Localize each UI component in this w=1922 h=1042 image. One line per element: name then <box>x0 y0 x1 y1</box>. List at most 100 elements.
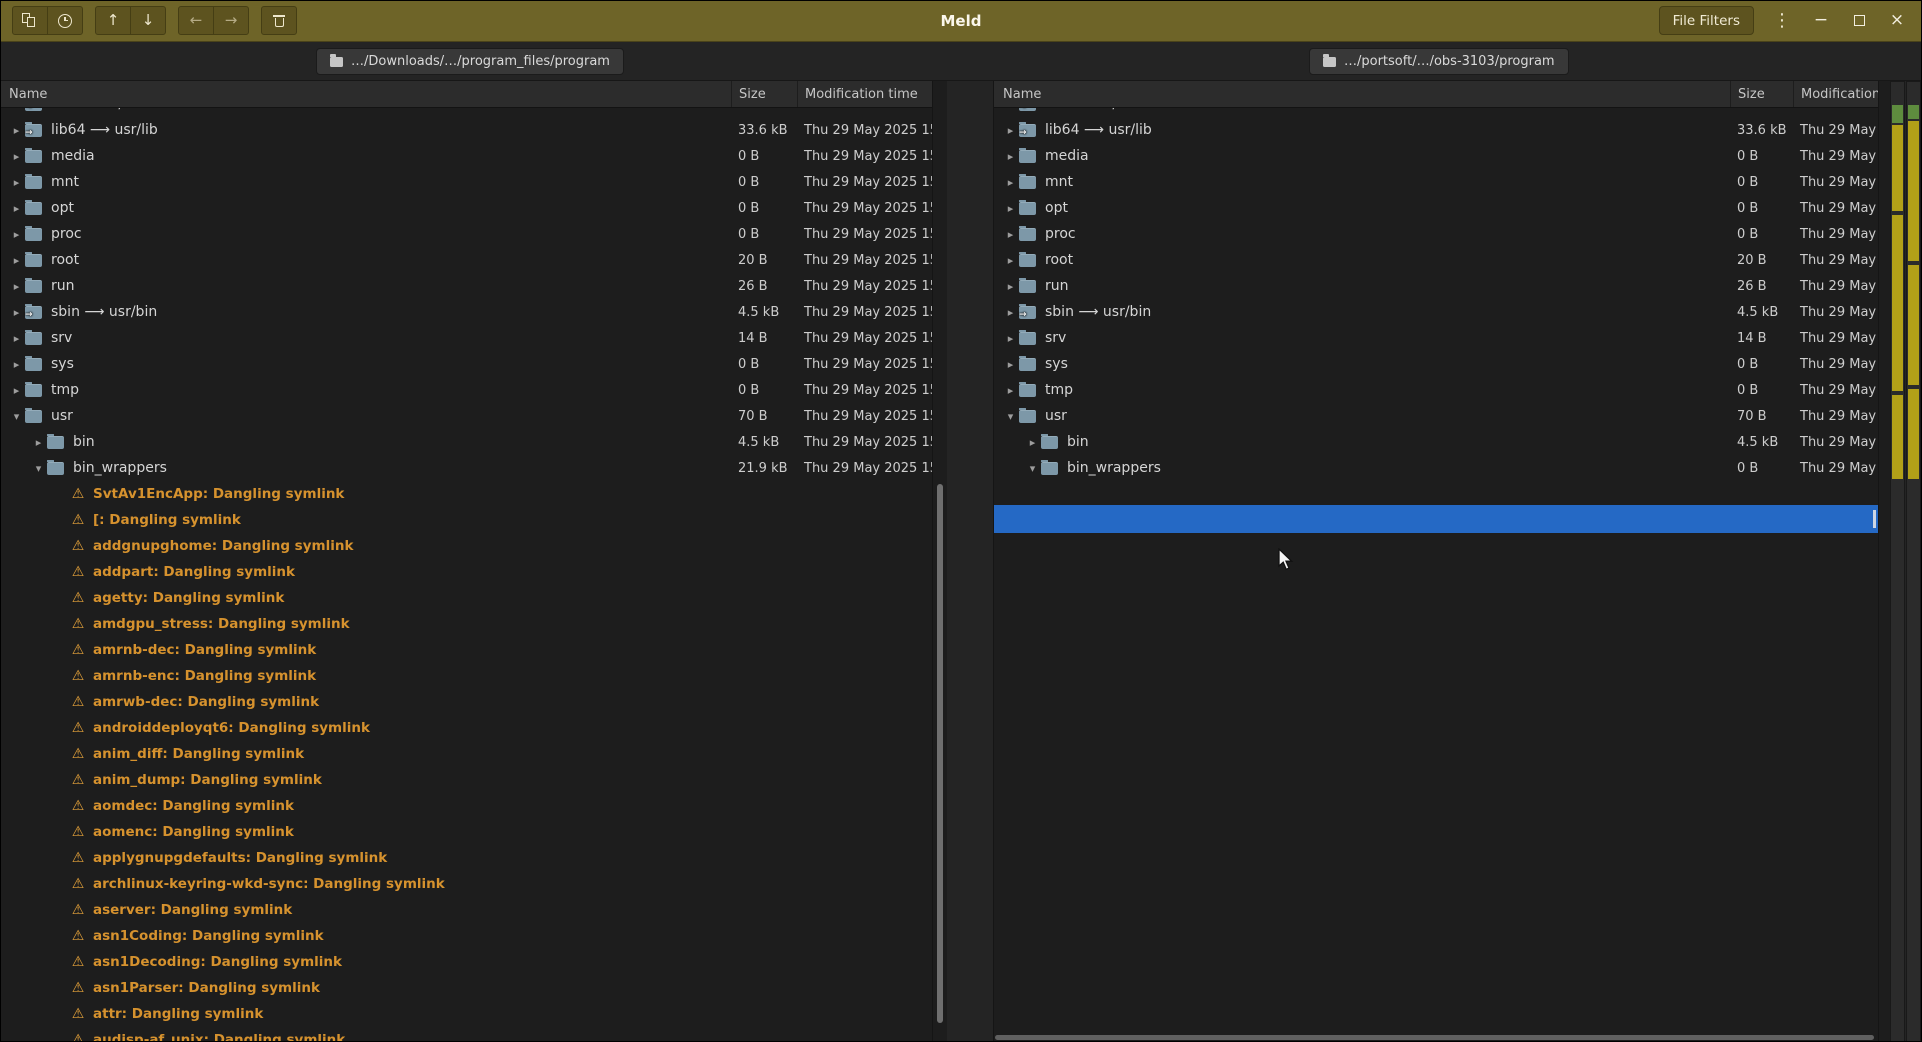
tree-row[interactable]: ▸ proc 0 B Thu 29 May 2025 15: <box>0 221 932 247</box>
expander-closed-icon[interactable]: ▸ <box>1002 203 1019 214</box>
tree-row[interactable]: ▸→ lib ⟶ usr/lib <box>994 108 1878 117</box>
expander-closed-icon[interactable]: ▸ <box>8 203 25 214</box>
tree-row[interactable]: ▸ mnt 0 B Thu 29 May 2025 15: <box>994 169 1878 195</box>
tree-row[interactable]: ⚠ androiddeployqt6: Dangling symlink <box>0 715 932 741</box>
recent-comparison-button[interactable] <box>47 6 83 35</box>
expander-closed-icon[interactable]: ▸ <box>8 333 25 344</box>
expander-closed-icon[interactable]: ▸ <box>1002 255 1019 266</box>
expander-closed-icon[interactable]: ▸ <box>1002 359 1019 370</box>
expander-closed-icon[interactable]: ▸ <box>1002 281 1019 292</box>
tree-row[interactable]: ⚠ addgnupghome: Dangling symlink <box>0 533 932 559</box>
expander-closed-icon[interactable]: ▸ <box>1002 385 1019 396</box>
tree-row[interactable]: ▸ media 0 B Thu 29 May 2025 15: <box>994 143 1878 169</box>
tree-row[interactable]: ▸→ lib64 ⟶ usr/lib 33.6 kB Thu 29 May 2025 … <box>0 117 932 143</box>
tree-row[interactable]: ▸→ sbin ⟶ usr/bin 4.5 kB Thu 29 May 2025 15… <box>0 299 932 325</box>
expander-closed-icon[interactable]: ▸ <box>1002 151 1019 162</box>
tree-row[interactable]: ⚠ addpart: Dangling symlink <box>0 559 932 585</box>
tree-row[interactable]: ▸ sys 0 B Thu 29 May 2025 15: <box>0 351 932 377</box>
expander-closed-icon[interactable]: ▸ <box>8 385 25 396</box>
tree-row[interactable]: ▸ run 26 B Thu 29 May 2025 15: <box>0 273 932 299</box>
expander-open-icon[interactable]: ▾ <box>8 411 25 422</box>
expander-closed-icon[interactable]: ▸ <box>8 229 25 240</box>
right-folder-button[interactable]: …/portsoft/…/obs-3103/program <box>1309 48 1569 75</box>
tree-row[interactable]: ⚠ archlinux-keyring-wkd-sync: Dangling sy… <box>0 871 932 897</box>
column-header-size[interactable]: Size <box>731 81 797 107</box>
tree-row[interactable]: ⚠ [: Dangling symlink <box>0 507 932 533</box>
tree-row[interactable]: ▾ usr 70 B Thu 29 May 2025 15: <box>0 403 932 429</box>
copy-left-button[interactable]: ← <box>178 6 214 35</box>
column-header-size[interactable]: Size <box>1730 81 1793 107</box>
tree-row[interactable]: ▸ opt 0 B Thu 29 May 2025 15: <box>0 195 932 221</box>
maximize-button[interactable] <box>1848 10 1870 32</box>
tree-row[interactable]: ▾ usr 70 B Thu 29 May 2025 15: <box>994 403 1878 429</box>
expander-open-icon[interactable]: ▾ <box>1024 463 1041 474</box>
expander-closed-icon[interactable]: ▸ <box>30 437 47 448</box>
tree-row[interactable]: ▸ opt 0 B Thu 29 May 2025 15: <box>994 195 1878 221</box>
tree-row[interactable]: ⚠ amrwb-dec: Dangling symlink <box>0 689 932 715</box>
tree-row[interactable]: ⚠ SvtAv1EncApp: Dangling symlink <box>0 481 932 507</box>
right-pane-horizontal-scrollbar[interactable] <box>995 1034 1876 1041</box>
expander-closed-icon[interactable]: ▸ <box>1002 177 1019 188</box>
tree-row[interactable]: ⚠ anim_diff: Dangling symlink <box>0 741 932 767</box>
tree-row[interactable]: ▸ run 26 B Thu 29 May 2025 15: <box>994 273 1878 299</box>
compare-button[interactable] <box>12 6 48 35</box>
tree-row[interactable]: ⚠ aomenc: Dangling symlink <box>0 819 932 845</box>
tree-row[interactable]: ▸ media 0 B Thu 29 May 2025 15: <box>0 143 932 169</box>
right-pane-scrollbar[interactable] <box>1878 81 1890 1042</box>
tree-row[interactable]: ▸ srv 14 B Thu 29 May 2025 15: <box>0 325 932 351</box>
tree-row[interactable]: ▸ tmp 0 B Thu 29 May 2025 15: <box>994 377 1878 403</box>
menu-button[interactable]: ⋮ <box>1770 11 1794 30</box>
column-header-modified[interactable]: Modification time <box>797 81 932 107</box>
tree-row[interactable]: ▸ srv 14 B Thu 29 May 2025 15: <box>994 325 1878 351</box>
tree-row[interactable]: ⚠ amrnb-enc: Dangling symlink <box>0 663 932 689</box>
tree-row[interactable]: ▸→ sbin ⟶ usr/bin 4.5 kB Thu 29 May 2025 15… <box>994 299 1878 325</box>
tree-row[interactable]: ▸ tmp 0 B Thu 29 May 2025 15: <box>0 377 932 403</box>
column-header-name[interactable]: Name <box>994 81 1730 107</box>
minimize-button[interactable]: − <box>1810 10 1832 32</box>
expander-closed-icon[interactable]: ▸ <box>1002 108 1019 110</box>
tree-row[interactable]: ⚠ aserver: Dangling symlink <box>0 897 932 923</box>
left-folder-button[interactable]: …/Downloads/…/program_files/program <box>316 48 624 75</box>
left-pane-scrollbar[interactable] <box>933 81 947 1042</box>
expander-closed-icon[interactable]: ▸ <box>1002 307 1019 318</box>
tree-row[interactable]: ▸ bin 4.5 kB Thu 29 May 2025 15: <box>994 429 1878 455</box>
file-filters-button[interactable]: File Filters <box>1658 6 1754 35</box>
tree-row[interactable]: ⚠ agetty: Dangling symlink <box>0 585 932 611</box>
tree-row[interactable]: ⚠ asn1Decoding: Dangling symlink <box>0 949 932 975</box>
diff-map-column[interactable] <box>1906 81 1921 1042</box>
tree-row[interactable]: ⚠ anim_dump: Dangling symlink <box>0 767 932 793</box>
expander-closed-icon[interactable]: ▸ <box>8 307 25 318</box>
column-header-modified[interactable]: Modification time <box>1793 81 1878 107</box>
delete-button[interactable] <box>261 6 297 35</box>
tree-row[interactable]: ▸ mnt 0 B Thu 29 May 2025 15: <box>0 169 932 195</box>
tree-row[interactable]: ▸ sys 0 B Thu 29 May 2025 15: <box>994 351 1878 377</box>
tree-row[interactable]: ⚠ amdgpu_stress: Dangling symlink <box>0 611 932 637</box>
expander-closed-icon[interactable]: ▸ <box>1024 437 1041 448</box>
tree-row[interactable]: ⚠ attr: Dangling symlink <box>0 1001 932 1027</box>
expander-open-icon[interactable]: ▾ <box>30 463 47 474</box>
copy-right-button[interactable]: → <box>213 6 249 35</box>
tree-row[interactable]: ▸→ lib64 ⟶ usr/lib 33.6 kB Thu 29 May 2025 … <box>994 117 1878 143</box>
expander-closed-icon[interactable]: ▸ <box>8 108 25 110</box>
expander-open-icon[interactable]: ▾ <box>1002 411 1019 422</box>
expander-closed-icon[interactable]: ▸ <box>8 125 25 136</box>
previous-change-button[interactable]: ↑ <box>95 6 131 35</box>
expander-closed-icon[interactable]: ▸ <box>8 359 25 370</box>
tree-row[interactable]: ⚠ aomdec: Dangling symlink <box>0 793 932 819</box>
tree-row[interactable]: ▸→ lib ⟶ usr/lib <box>0 108 932 117</box>
tree-row[interactable]: ▾ bin_wrappers 0 B Thu 29 May 2025 15: <box>994 455 1878 481</box>
tree-row[interactable]: ⚠ audisp-af_unix: Dangling symlink <box>0 1027 932 1042</box>
expander-closed-icon[interactable]: ▸ <box>8 255 25 266</box>
tree-row[interactable]: ▸ proc 0 B Thu 29 May 2025 15: <box>994 221 1878 247</box>
scrollbar-thumb[interactable] <box>995 1035 1874 1040</box>
tree-row[interactable]: ▸ bin 4.5 kB Thu 29 May 2025 15: <box>0 429 932 455</box>
expander-closed-icon[interactable]: ▸ <box>1002 125 1019 136</box>
expander-closed-icon[interactable]: ▸ <box>8 151 25 162</box>
expander-closed-icon[interactable]: ▸ <box>1002 229 1019 240</box>
tree-row[interactable]: ⚠ amrnb-dec: Dangling symlink <box>0 637 932 663</box>
empty-selection-row[interactable] <box>994 505 1878 533</box>
tree-row[interactable]: ⚠ asn1Coding: Dangling symlink <box>0 923 932 949</box>
tree-row[interactable]: ▸ root 20 B Thu 29 May 2025 15: <box>994 247 1878 273</box>
expander-closed-icon[interactable]: ▸ <box>1002 333 1019 344</box>
tree-row[interactable]: ▸ root 20 B Thu 29 May 2025 15: <box>0 247 932 273</box>
